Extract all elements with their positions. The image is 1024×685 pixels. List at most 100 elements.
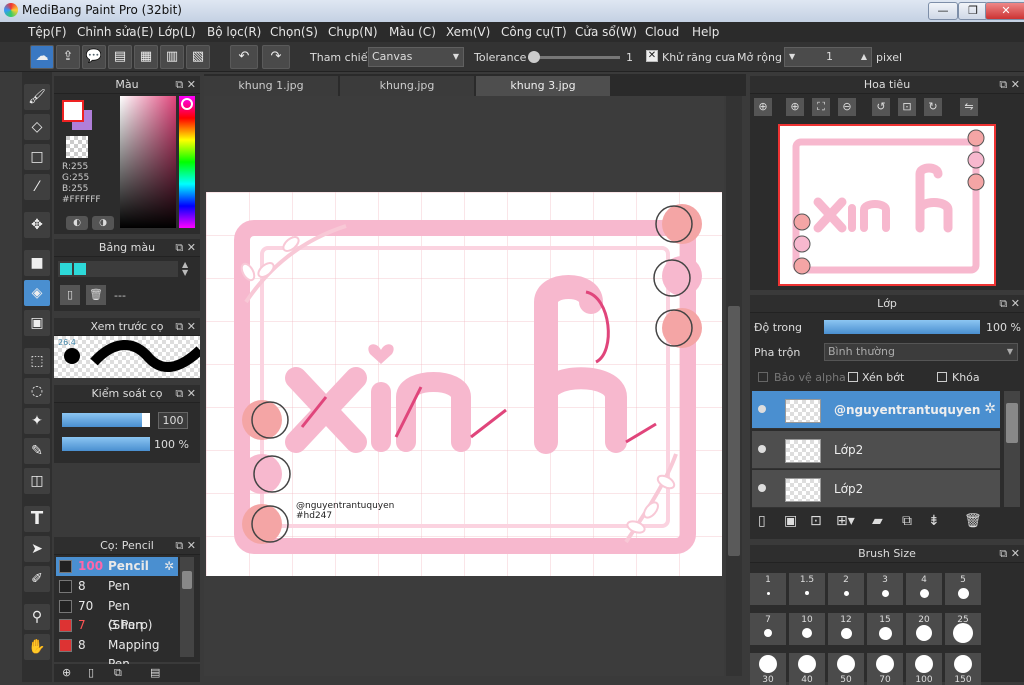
brush-size-cell[interactable]: 150 <box>945 653 981 685</box>
expand-input[interactable]: ▼ 1 ▲ <box>784 47 872 67</box>
menu-window[interactable]: Cửa sổ(W) <box>575 25 637 39</box>
menu-tools[interactable]: Công cụ(T) <box>501 25 567 39</box>
layer-row-lop2-b[interactable]: Lớp2 <box>752 470 1000 508</box>
brush-size-slider[interactable] <box>62 413 150 427</box>
panel-controls-icon[interactable]: ⧉ ✕ <box>999 76 1020 94</box>
scrollbar-thumb[interactable] <box>1006 403 1018 443</box>
menu-view[interactable]: Xem(V) <box>446 25 490 39</box>
brush-size-cell[interactable]: 30 <box>750 653 786 685</box>
panel-controls-icon[interactable]: ⧉ ✕ <box>175 239 196 257</box>
undo-icon[interactable]: ↶ <box>230 45 258 69</box>
zoom-fit-icon[interactable]: ⊕ <box>754 98 772 116</box>
menu-snap[interactable]: Chụp(N) <box>328 25 378 39</box>
menu-select[interactable]: Chọn(S) <box>270 25 318 39</box>
grid-icon[interactable]: ▥ <box>160 45 184 69</box>
panel-controls-icon[interactable]: ⧉ ✕ <box>175 318 196 336</box>
brush-item-pen[interactable]: 8 Pen <box>56 577 178 596</box>
brush-size-cell[interactable]: 10 <box>789 613 825 645</box>
close-button[interactable]: ✕ <box>985 2 1024 20</box>
panel-controls-icon[interactable]: ⧉ ✕ <box>175 76 196 94</box>
brush-size-cell[interactable]: 12 <box>828 613 864 645</box>
gear-icon[interactable]: ✲ <box>164 557 174 576</box>
tolerance-slider-thumb[interactable] <box>528 51 540 63</box>
hand-tool-icon[interactable]: ✋ <box>24 634 50 660</box>
select-pen-tool-icon[interactable]: ✎ <box>24 438 50 464</box>
flip-icon[interactable]: ⇋ <box>960 98 978 116</box>
trash-icon[interactable]: 🗑 <box>964 513 982 529</box>
panel-controls-icon[interactable]: ⧉ ✕ <box>175 537 196 555</box>
folder-icon[interactable]: ▰ <box>872 513 883 529</box>
menu-edit[interactable]: Chỉnh sửa(E) <box>77 25 154 39</box>
cloud-icon[interactable]: ☁ <box>30 45 54 69</box>
bucket-tool-icon[interactable]: ◈ <box>24 280 50 306</box>
canvas[interactable]: @nguyentrantuquyen #hd247 <box>206 192 722 576</box>
brush-size-cell[interactable]: 25 <box>945 613 981 645</box>
brush-item-mapping-pen[interactable]: 8 Mapping Pen <box>56 636 178 671</box>
brush-size-thumb[interactable] <box>142 413 150 427</box>
share-icon[interactable]: ⇪ <box>56 45 80 69</box>
brush-size-cell[interactable]: 15 <box>867 613 903 645</box>
eraser-tool-icon[interactable]: ◇ <box>24 114 50 140</box>
comment-icon[interactable]: 💬 <box>82 45 106 69</box>
tab-khung[interactable]: khung.jpg <box>340 76 474 96</box>
actual-size-icon[interactable]: ⊡ <box>898 98 916 116</box>
palette-swatch[interactable] <box>74 263 86 275</box>
brush-size-cell[interactable]: 5 <box>945 573 981 605</box>
select-eraser-tool-icon[interactable]: ◫ <box>24 468 50 494</box>
brush-tool-icon[interactable]: 🖌 <box>24 84 50 110</box>
brush-size-input[interactable]: 100 <box>158 412 188 429</box>
blend-mode-select[interactable]: Bình thường ▼ <box>824 343 1018 361</box>
copy-brush-icon[interactable]: ⧉ <box>114 666 122 680</box>
maximize-button[interactable]: ❐ <box>958 2 988 20</box>
brush-size-cell[interactable]: 1 <box>750 573 786 605</box>
panel-controls-icon[interactable]: ⧉ ✕ <box>999 545 1020 563</box>
brush-size-cell[interactable]: 50 <box>828 653 864 685</box>
new-brush-icon[interactable]: ▯ <box>88 666 94 679</box>
eye-icon[interactable] <box>758 484 766 492</box>
layer-scrollbar[interactable] <box>1004 391 1020 507</box>
scrollbar-thumb[interactable] <box>182 571 192 589</box>
panel-controls-icon[interactable]: ⧉ ✕ <box>175 385 196 403</box>
palette-swatch[interactable] <box>60 263 72 275</box>
document-icon[interactable]: ▦ <box>134 45 158 69</box>
eyedropper-tool-icon[interactable]: ⚲ <box>24 604 50 630</box>
brush-size-cell[interactable]: 70 <box>867 653 903 685</box>
merge-layer-icon[interactable]: ⇟ <box>928 513 940 529</box>
gear-icon[interactable]: ✲ <box>984 401 996 417</box>
brush-item-pencil[interactable]: 100 Pencil ✲ <box>56 557 178 576</box>
brush-opacity-slider[interactable] <box>62 437 150 451</box>
menu-file[interactable]: Tệp(F) <box>28 25 67 39</box>
rotate-right-icon[interactable]: ↻ <box>924 98 942 116</box>
tab-khung-3[interactable]: khung 3.jpg <box>476 76 610 96</box>
palette-scroll[interactable]: ▲ ▼ <box>182 261 194 277</box>
duplicate-layer-icon[interactable]: ⧉ <box>902 513 912 529</box>
lasso-tool-icon[interactable]: ◌ <box>24 378 50 404</box>
brush-size-cell[interactable]: 2 <box>828 573 864 605</box>
reference-select[interactable]: Canvas ▼ <box>368 47 464 67</box>
text-tool-icon[interactable]: T <box>24 506 50 532</box>
menu-filter[interactable]: Bộ lọc(R) <box>207 25 261 39</box>
redo-icon[interactable]: ↷ <box>262 45 290 69</box>
move-tool-icon[interactable]: ✥ <box>24 212 50 238</box>
rectangle-tool-icon[interactable]: □ <box>24 144 50 170</box>
arrow-up-icon[interactable]: ▲ <box>861 48 867 66</box>
new-1bit-layer-icon[interactable]: ⊡ <box>810 513 822 529</box>
eye-icon[interactable] <box>758 445 766 453</box>
protect-alpha-checkbox[interactable] <box>758 372 768 382</box>
layer-opacity-slider[interactable] <box>824 320 980 334</box>
brush-size-cell[interactable]: 20 <box>906 613 942 645</box>
lock-checkbox[interactable] <box>937 372 947 382</box>
tolerance-slider[interactable] <box>528 51 620 63</box>
brush-item-pen-sharp[interactable]: 70 Pen (Sharp) <box>56 597 178 632</box>
tab-khung-1[interactable]: khung 1.jpg <box>204 76 338 96</box>
magic-wand-tool-icon[interactable]: ✦ <box>24 408 50 434</box>
arrow-down-icon[interactable]: ▼ <box>789 48 795 66</box>
minimize-button[interactable]: — <box>928 2 958 20</box>
new-palette-icon[interactable]: ▯ <box>60 285 80 305</box>
clipping-checkbox[interactable] <box>848 372 858 382</box>
antialias-checkbox[interactable]: ✕ <box>646 50 658 62</box>
check-grid-icon[interactable]: ▧ <box>186 45 210 69</box>
layer-row-credit[interactable]: @nguyentrantuquyen ✲ <box>752 391 1000 429</box>
panel-controls-icon[interactable]: ⧉ ✕ <box>999 295 1020 313</box>
brush-size-cell[interactable]: 7 <box>750 613 786 645</box>
